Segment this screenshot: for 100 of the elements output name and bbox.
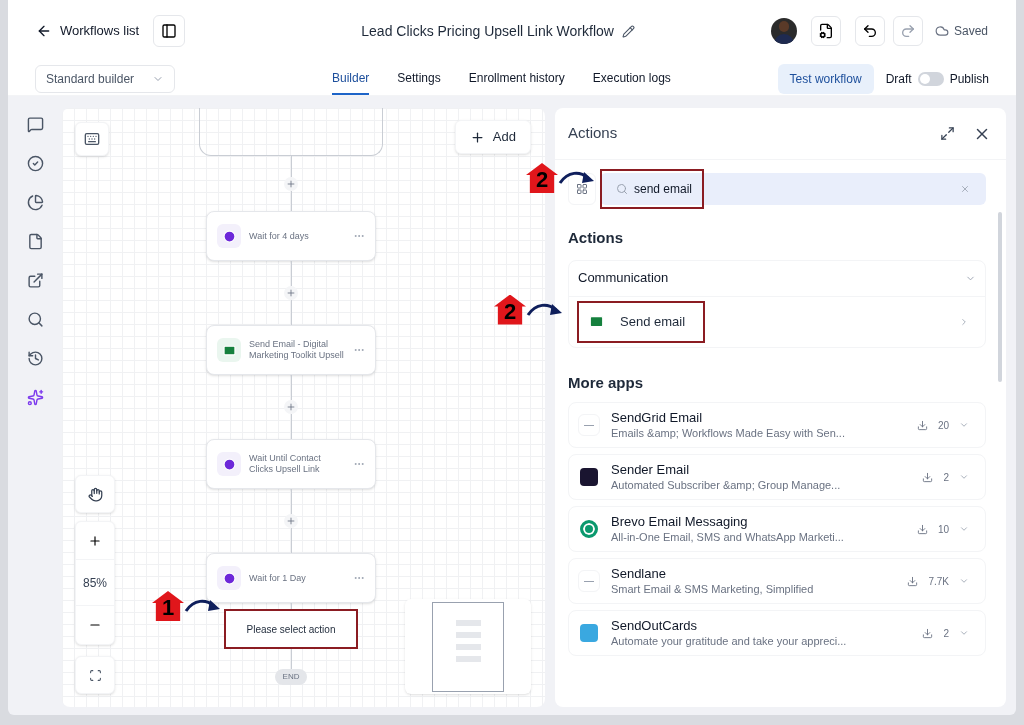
publish-label: Publish: [949, 70, 989, 88]
callout-badge: 1: [152, 591, 184, 621]
sparkles-icon[interactable]: [26, 389, 44, 406]
plus-icon: [469, 129, 485, 145]
app-name: Brevo Email Messaging: [611, 513, 749, 530]
app-name: Sendlane: [611, 565, 667, 582]
app-description: Emails &amp; Workflows Made Easy with Sen...: [611, 426, 846, 441]
panel-icon: [161, 23, 178, 39]
install-count: 10: [937, 522, 949, 537]
add-button[interactable]: Add: [454, 120, 531, 154]
publish-toggle[interactable]: [917, 71, 944, 86]
app-card[interactable]: Sender Email Automated Subscriber &amp; Group Manage... 2: [568, 454, 986, 500]
app-description: Smart Email & SMS Marketing, Simplified: [611, 582, 815, 597]
workflow-title: Lead Clicks Pricing Upsell Link Workflow: [361, 21, 614, 41]
chevron-right-icon: [959, 316, 969, 327]
chevron-down-icon[interactable]: [959, 576, 969, 586]
app-name: Sender Email: [611, 461, 691, 478]
app-card[interactable]: Sendlane Smart Email & SMS Marketing, Simplified 7.7K: [568, 558, 986, 604]
node-label: Wait for 4 days: [249, 230, 310, 242]
history-icon[interactable]: [26, 350, 44, 367]
app-description: Automate your gratitude and take your appreci...: [611, 634, 848, 649]
search-value: send email: [634, 181, 694, 198]
app-description: All-in-One Email, SMS and WhatsApp Marketi...: [611, 530, 845, 545]
download-icon: [922, 471, 934, 483]
undo-button[interactable]: [854, 16, 885, 46]
section-heading: Actions: [568, 228, 624, 248]
chevron-down-icon[interactable]: [959, 472, 969, 482]
app-name: SendOutCards: [611, 617, 698, 634]
panel-title: Actions: [568, 123, 619, 144]
plus-icon: [88, 533, 102, 548]
app-logo: [580, 520, 598, 538]
chevron-down-icon[interactable]: [959, 628, 969, 638]
install-count: 20: [937, 418, 949, 433]
add-step-button[interactable]: [284, 176, 298, 191]
add-step-button[interactable]: [284, 400, 298, 414]
app-card[interactable]: SendOutCards Automate your gratitude and take your appreci... 2: [568, 610, 986, 656]
test-workflow-button[interactable]: Test workflow: [777, 63, 874, 94]
add-step-button[interactable]: [284, 514, 298, 528]
node-label: Send Email - Digital Marketing Toolkit Upsell: [249, 339, 345, 361]
tab[interactable]: Execution logs: [592, 62, 671, 95]
tab[interactable]: Builder: [332, 62, 370, 95]
app-card[interactable]: SendGrid Email Emails &amp; Workflows Made Easy with Sen... 20: [568, 402, 986, 448]
avatar[interactable]: [770, 18, 797, 44]
fit-view-icon: [88, 668, 102, 682]
app-card[interactable]: Brevo Email Messaging All-in-One Email, SMS and WhatsApp Marketi... 10: [568, 506, 986, 552]
download-icon: [916, 419, 928, 431]
file-gear-icon: [817, 23, 834, 39]
app-description: Automated Subscriber &amp; Group Manage...: [611, 478, 842, 493]
end-marker: END: [274, 669, 308, 685]
app-logo: [580, 468, 598, 486]
builder-select[interactable]: Standard builder: [35, 64, 175, 93]
pan-button[interactable]: [75, 475, 115, 513]
edit-icon[interactable]: [621, 24, 635, 38]
node-label: Wait for 1 Day: [249, 572, 307, 584]
pie-chart-icon[interactable]: [26, 194, 44, 211]
file-icon[interactable]: [26, 233, 44, 250]
fit-view-button[interactable]: [75, 656, 115, 694]
logs-button[interactable]: [810, 16, 841, 46]
download-icon: [907, 575, 919, 587]
action-item[interactable]: Send email: [577, 300, 705, 343]
workflow-node[interactable]: Wait for 4 days: [206, 211, 376, 261]
app-logo: [580, 624, 598, 642]
draft-label: Draft: [885, 70, 912, 88]
add-step-button[interactable]: [284, 286, 298, 300]
keyboard-icon: [84, 131, 100, 147]
sidebar-toggle-button[interactable]: [153, 15, 186, 47]
search-icon[interactable]: [26, 311, 44, 328]
grid-icon: [576, 183, 588, 195]
chevron-down-icon[interactable]: [959, 524, 969, 534]
tab[interactable]: Enrollment history: [468, 62, 565, 95]
install-count: 7.7K: [928, 574, 949, 589]
action-placeholder-node[interactable]: Please select action: [224, 609, 358, 649]
cloud-icon: [934, 24, 949, 38]
download-icon: [916, 523, 928, 535]
app-logo: [578, 570, 600, 592]
zoom-level: 85%: [76, 560, 114, 606]
hand-icon: [87, 486, 103, 502]
download-icon: [922, 627, 934, 639]
keyboard-button[interactable]: [75, 122, 109, 156]
clear-icon[interactable]: [960, 184, 970, 194]
workflow-node[interactable]: Wait for 1 Day: [206, 553, 376, 603]
chevron-down-icon[interactable]: [959, 420, 969, 430]
search-icon: [616, 183, 628, 195]
back-link[interactable]: Workflows list: [36, 21, 140, 41]
external-link-icon[interactable]: [26, 272, 44, 289]
save-status: Saved: [953, 23, 988, 40]
section-heading: More apps: [568, 372, 644, 393]
category-header[interactable]: Communication: [569, 260, 985, 297]
app-logo: [578, 414, 600, 436]
node-label: Wait Until Contact Clicks Upsell Link: [249, 453, 322, 475]
redo-icon: [899, 23, 916, 39]
workflow-node[interactable]: Send Email - Digital Marketing Toolkit Upsell: [206, 325, 376, 375]
chat-icon[interactable]: [26, 116, 44, 133]
workflow-node[interactable]: Wait Until Contact Clicks Upsell Link: [206, 439, 376, 489]
check-circle-icon[interactable]: [26, 155, 44, 172]
undo-icon: [861, 23, 878, 39]
expand-icon[interactable]: [940, 126, 955, 141]
tab[interactable]: Settings: [397, 62, 441, 95]
app-name: SendGrid Email: [611, 409, 704, 426]
install-count: 2: [943, 626, 949, 641]
